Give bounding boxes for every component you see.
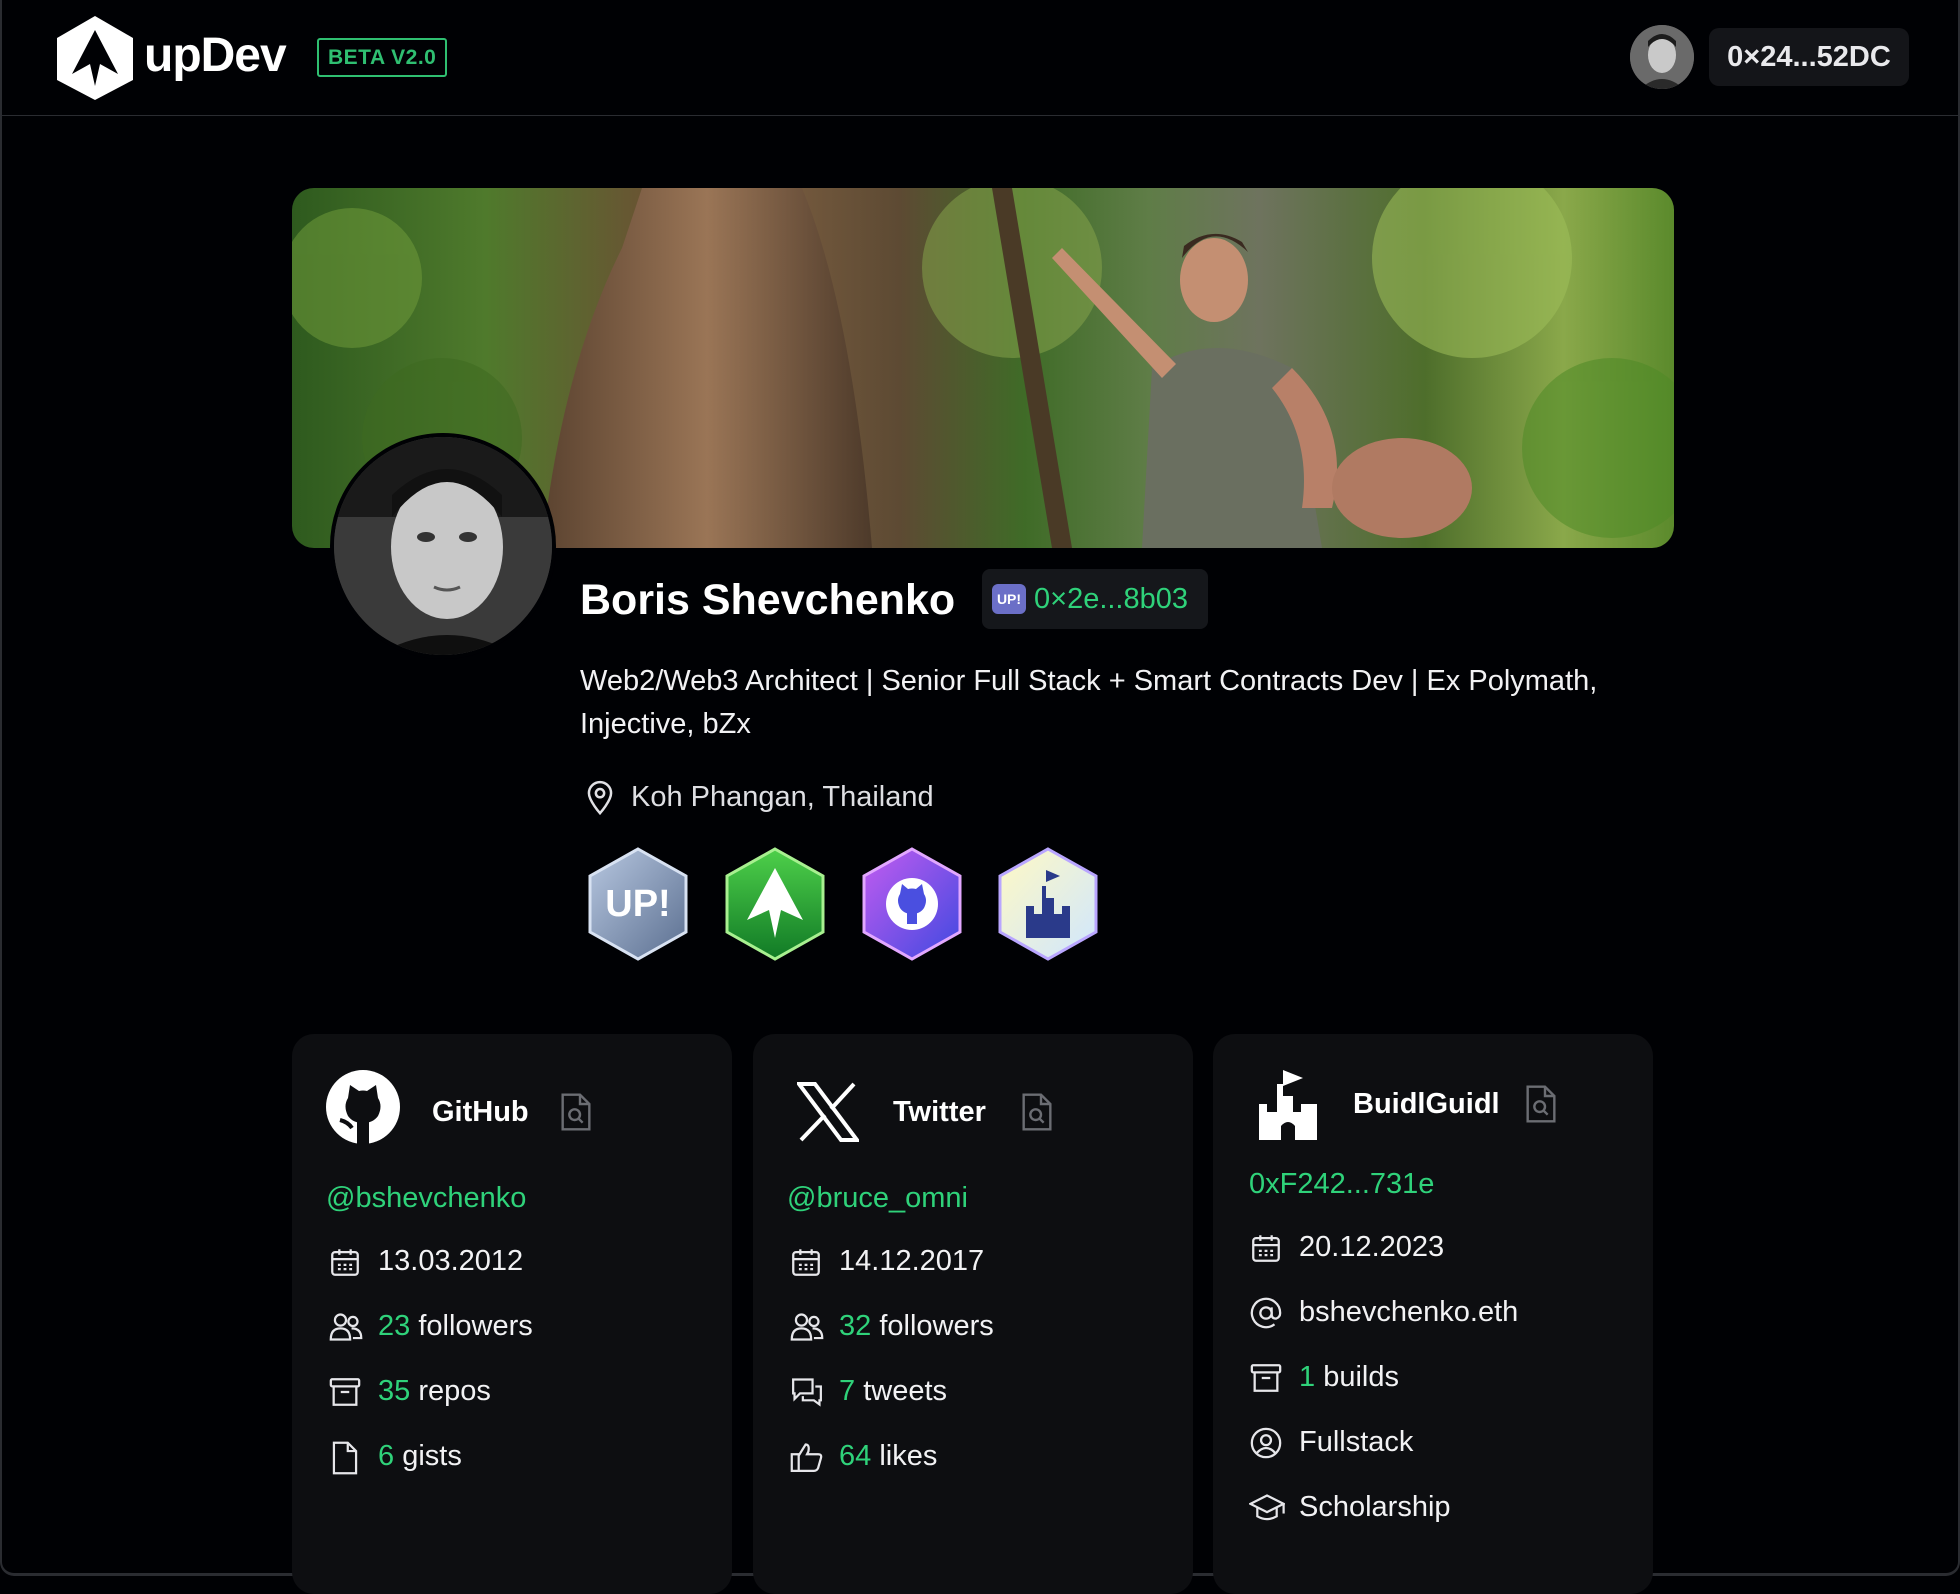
twitter-followers-label: followers [879,1310,994,1342]
up-tag-icon: UP! [992,584,1026,614]
twitter-joined-date: 14.12.2017 [839,1245,985,1277]
document-search-icon[interactable] [560,1092,592,1132]
castle-icon [1259,1070,1317,1140]
brand-name[interactable]: upDev [144,28,287,84]
wallet-address-button[interactable]: 0×24...52DC [1709,28,1909,86]
buidlguidl-status: Scholarship [1299,1491,1451,1523]
map-pin-icon [587,780,613,816]
calendar-icon [792,1249,820,1276]
calendar-icon [1252,1235,1280,1262]
github-card: GitHub @bshevchenko 13.03.2012 23 follow… [292,1034,732,1594]
thumbs-up-icon [790,1443,823,1472]
profile-address-chip[interactable]: UP! 0×2e...8b03 [982,569,1208,629]
github-icon [326,1070,400,1144]
profile-name: Boris Shevchenko [580,576,956,624]
buidlguidl-builds-count: 1 [1299,1361,1316,1393]
profile-bio: Web2/Web3 Architect | Senior Full Stack … [580,665,1598,740]
at-sign-icon [1250,1297,1282,1329]
github-badge-icon[interactable] [860,846,964,962]
users-icon [790,1313,824,1341]
graduation-cap-icon [1249,1494,1285,1521]
top-navigation-bar: upDev BETA V2.0 0×24...52DC [0,0,1960,116]
twitter-likes-count: 64 [839,1440,872,1472]
buidlguidl-title: BuidlGuidl [1353,1088,1500,1120]
buidlguidl-badge-icon[interactable] [996,846,1100,962]
buidlguidl-ens-link[interactable]: bshevchenko.eth [1299,1292,1518,1332]
github-repos-count: 35 [378,1375,411,1407]
github-followers-label: followers [418,1310,533,1342]
updev-logo-icon[interactable] [54,14,136,102]
twitter-likes-label: likes [879,1440,938,1472]
profile-avatar [330,433,556,659]
document-search-icon[interactable] [1525,1084,1557,1124]
buidlguidl-role: Fullstack [1299,1426,1414,1458]
buidlguidl-address-link[interactable]: 0xF242...731e [1249,1164,1434,1204]
buidlguidl-card: BuidlGuidl 0xF242...731e 20.12.2023 bshe… [1213,1034,1653,1594]
user-avatar[interactable] [1630,25,1694,89]
buidlguidl-builds-label: builds [1323,1361,1399,1393]
twitter-card: Twitter @bruce_omni 14.12.2017 32 follow… [753,1034,1193,1594]
twitter-tweets-label: tweets [863,1375,948,1407]
twitter-handle-link[interactable]: @bruce_omni [787,1178,968,1218]
user-circle-icon [1250,1427,1282,1459]
chat-bubbles-icon [792,1378,822,1407]
x-logo-icon [797,1082,859,1142]
github-title: GitHub [432,1096,529,1128]
svg-text:UP!: UP! [605,883,670,925]
calendar-icon [331,1249,359,1276]
twitter-title: Twitter [893,1096,986,1128]
archive-icon [329,1378,361,1406]
up-badge-icon[interactable]: UP! [586,846,690,962]
github-repos-label: repos [418,1375,491,1407]
document-search-icon[interactable] [1021,1092,1053,1132]
location-text: Koh Phangan, Thailand [631,781,934,813]
github-joined-date: 13.03.2012 [378,1245,524,1277]
twitter-tweets-count: 7 [839,1375,856,1407]
github-handle-link[interactable]: @bshevchenko [326,1178,526,1218]
github-followers-count: 23 [378,1310,411,1342]
twitter-followers-count: 32 [839,1310,872,1342]
profile-address: 0×2e...8b03 [1034,583,1189,615]
buidlguidl-joined-date: 20.12.2023 [1299,1231,1445,1263]
beta-version-badge: BETA V2.0 [317,38,448,77]
file-icon [332,1441,358,1475]
users-icon [329,1313,363,1341]
archive-icon [1250,1364,1282,1392]
github-gists-count: 6 [378,1440,395,1472]
github-gists-label: gists [402,1440,462,1472]
updev-badge-icon[interactable] [723,846,827,962]
